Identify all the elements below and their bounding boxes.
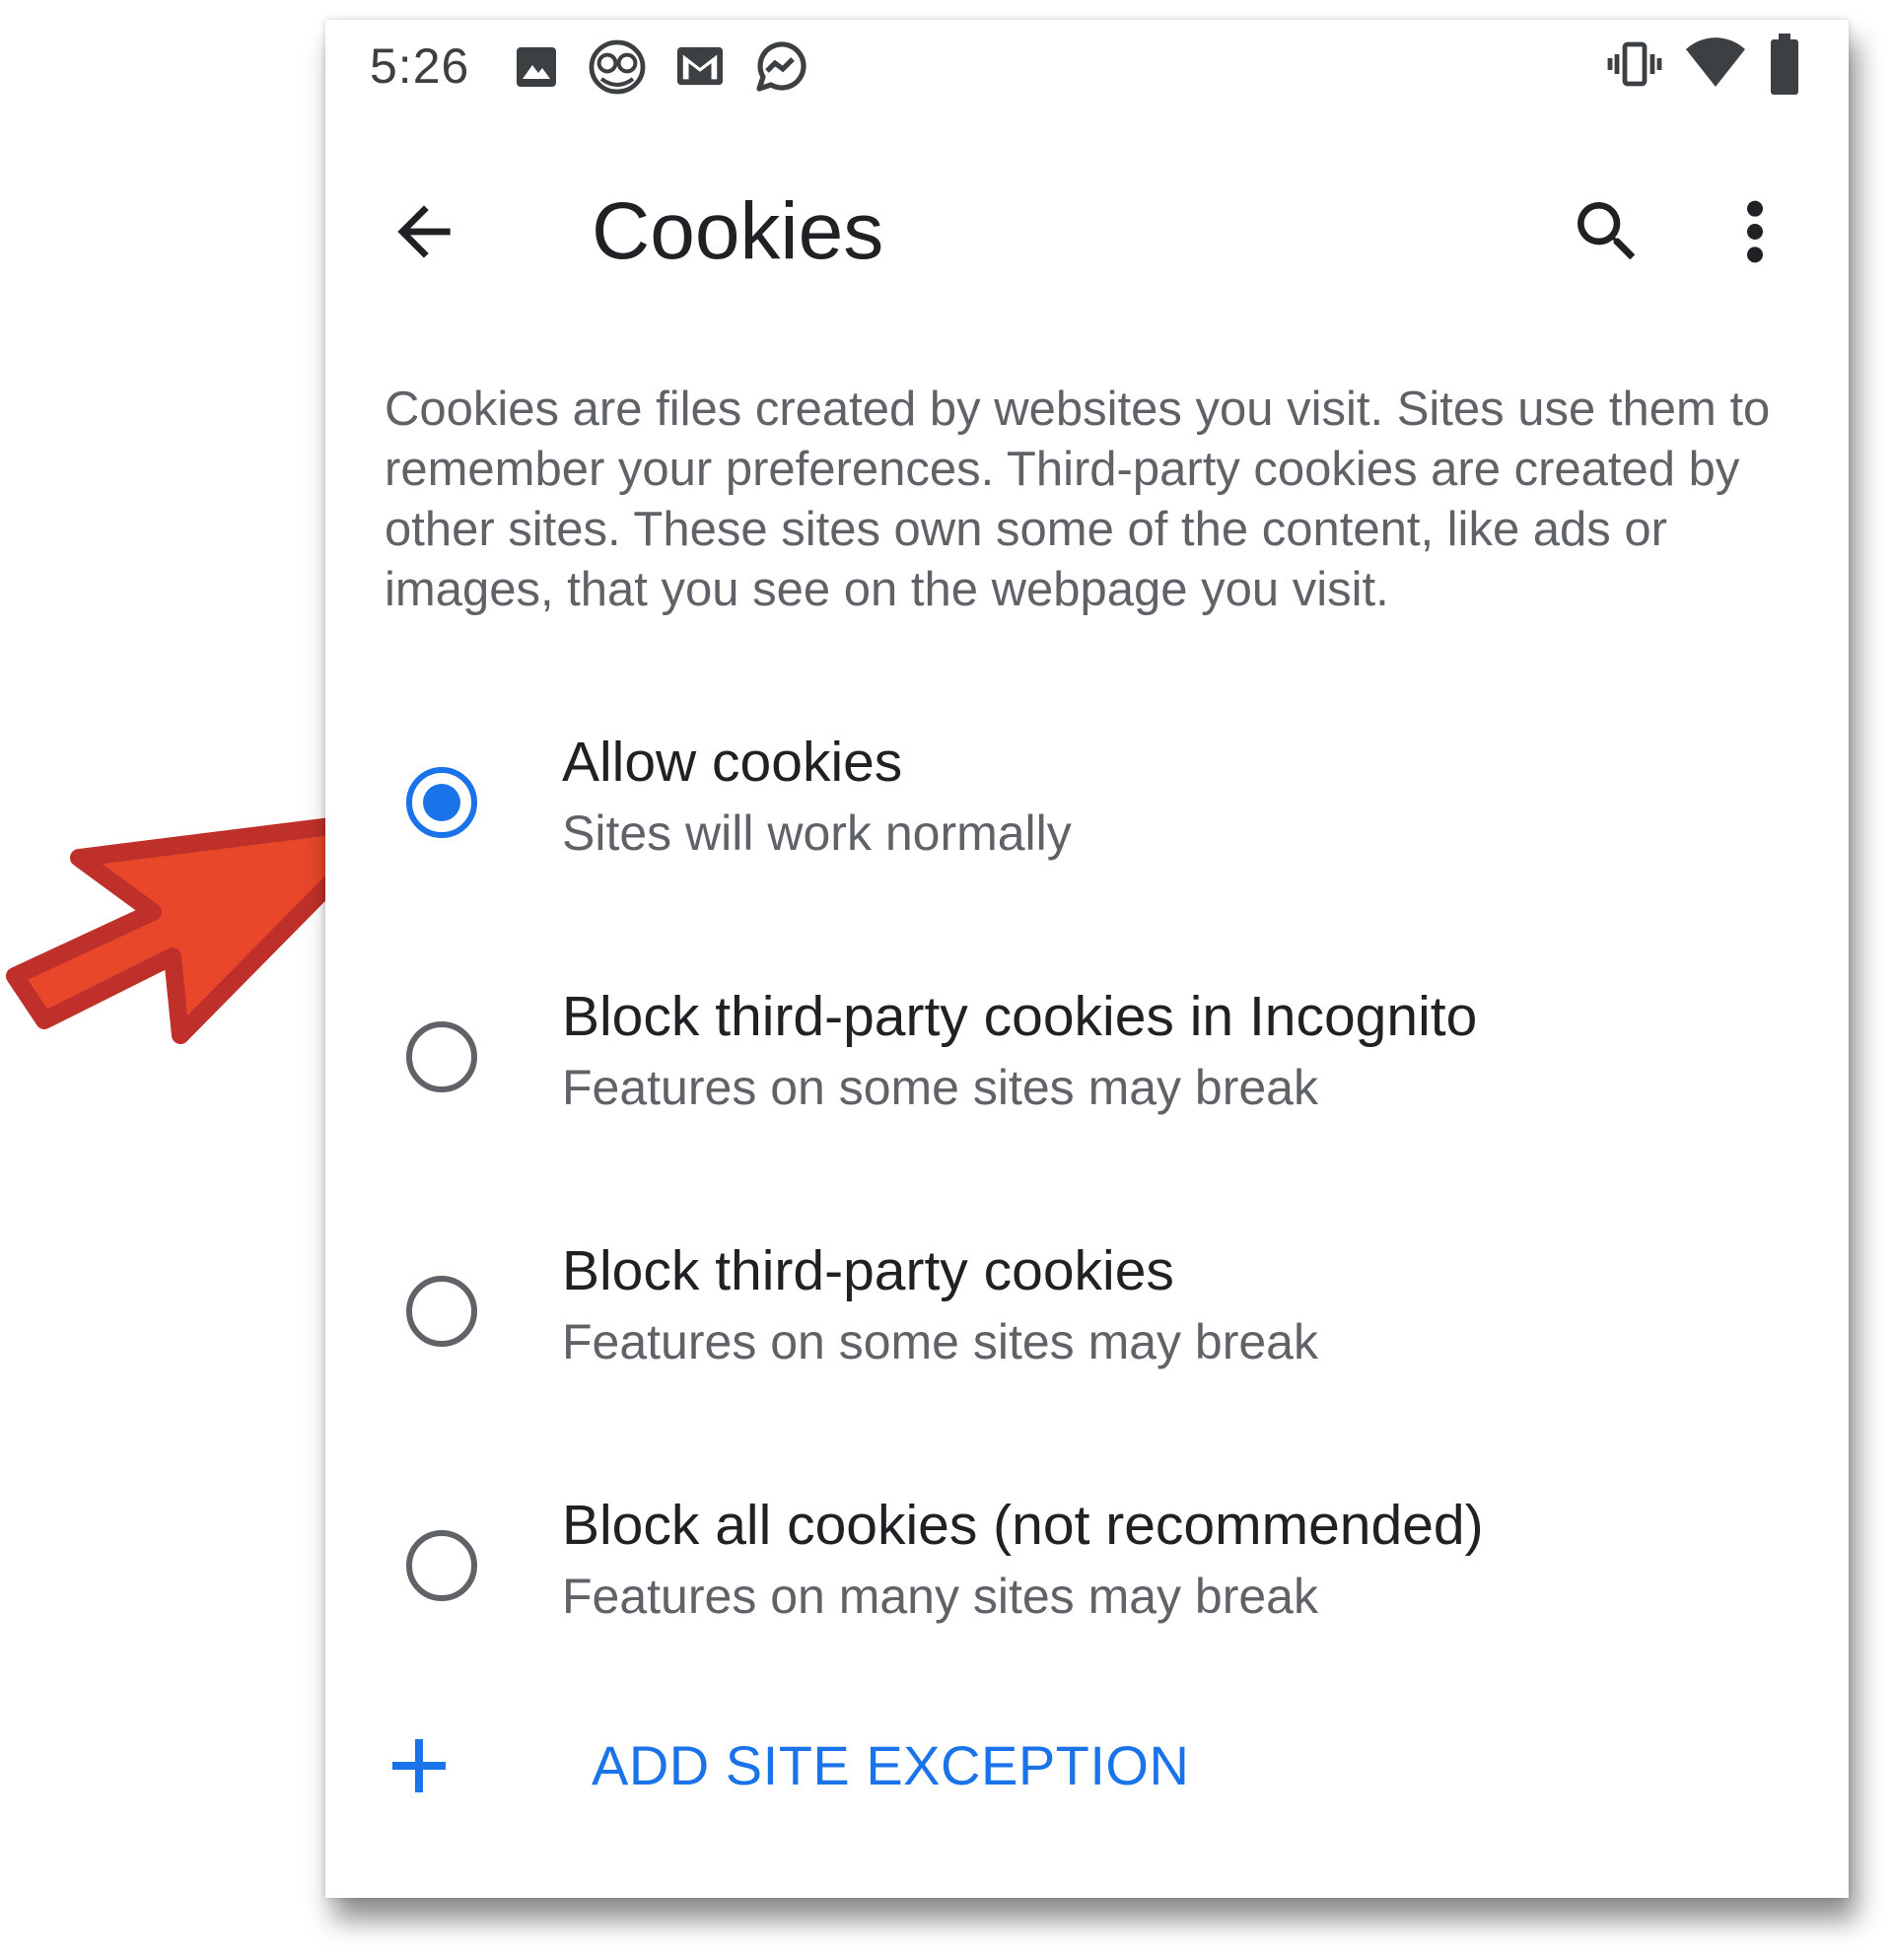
option-block-all-cookies[interactable]: Block all cookies (not recommended) Feat… [325,1473,1849,1690]
page-title: Cookies [592,186,884,276]
owl-icon [588,39,647,95]
add-site-exception-button[interactable]: ADD SITE EXCEPTION [325,1706,1849,1844]
status-bar: 5:26 [325,20,1849,128]
search-button[interactable] [1568,192,1647,271]
radio-unselected-icon[interactable] [404,1528,479,1603]
option-allow-cookies[interactable]: Allow cookies Sites will work normally [325,710,1849,927]
option-subtitle: Features on many sites may break [562,1569,1318,1624]
radio-unselected-icon[interactable] [404,1274,479,1349]
search-icon [1568,202,1647,275]
add-site-exception-label: ADD SITE EXCEPTION [592,1734,1190,1796]
more-options-button[interactable] [1725,192,1785,271]
option-title: Block third-party cookies in Incognito [562,985,1478,1048]
radio-selected-icon[interactable] [404,765,479,840]
option-block-third-party[interactable]: Block third-party cookies Features on so… [325,1219,1849,1435]
gmail-icon [675,43,725,89]
option-title: Allow cookies [562,731,903,794]
plus-icon [385,1731,454,1800]
option-title: Block third-party cookies [562,1239,1174,1302]
option-subtitle: Sites will work normally [562,805,1072,861]
signal-app-icon [751,37,810,97]
more-vert-icon [1725,200,1785,275]
option-title: Block all cookies (not recommended) [562,1494,1484,1557]
battery-icon [1769,34,1800,97]
wifi-icon [1686,37,1745,89]
vibrate-icon [1607,39,1662,89]
status-time: 5:26 [370,38,470,94]
image-icon [513,43,560,91]
arrow-back-icon [385,205,463,275]
screenshot-stage: 5:26 Cookies Cookies are files created b… [0,0,1893,1960]
option-subtitle: Features on some sites may break [562,1060,1318,1115]
option-subtitle: Features on some sites may break [562,1314,1318,1369]
radio-unselected-icon[interactable] [404,1019,479,1094]
toolbar: Cookies [325,128,1849,335]
cookies-description: Cookies are files created by websites yo… [385,383,1771,616]
option-block-third-party-incognito[interactable]: Block third-party cookies in Incognito F… [325,964,1849,1181]
phone-screen: 5:26 Cookies Cookies are files created b… [325,20,1849,1898]
back-button[interactable] [385,192,463,271]
